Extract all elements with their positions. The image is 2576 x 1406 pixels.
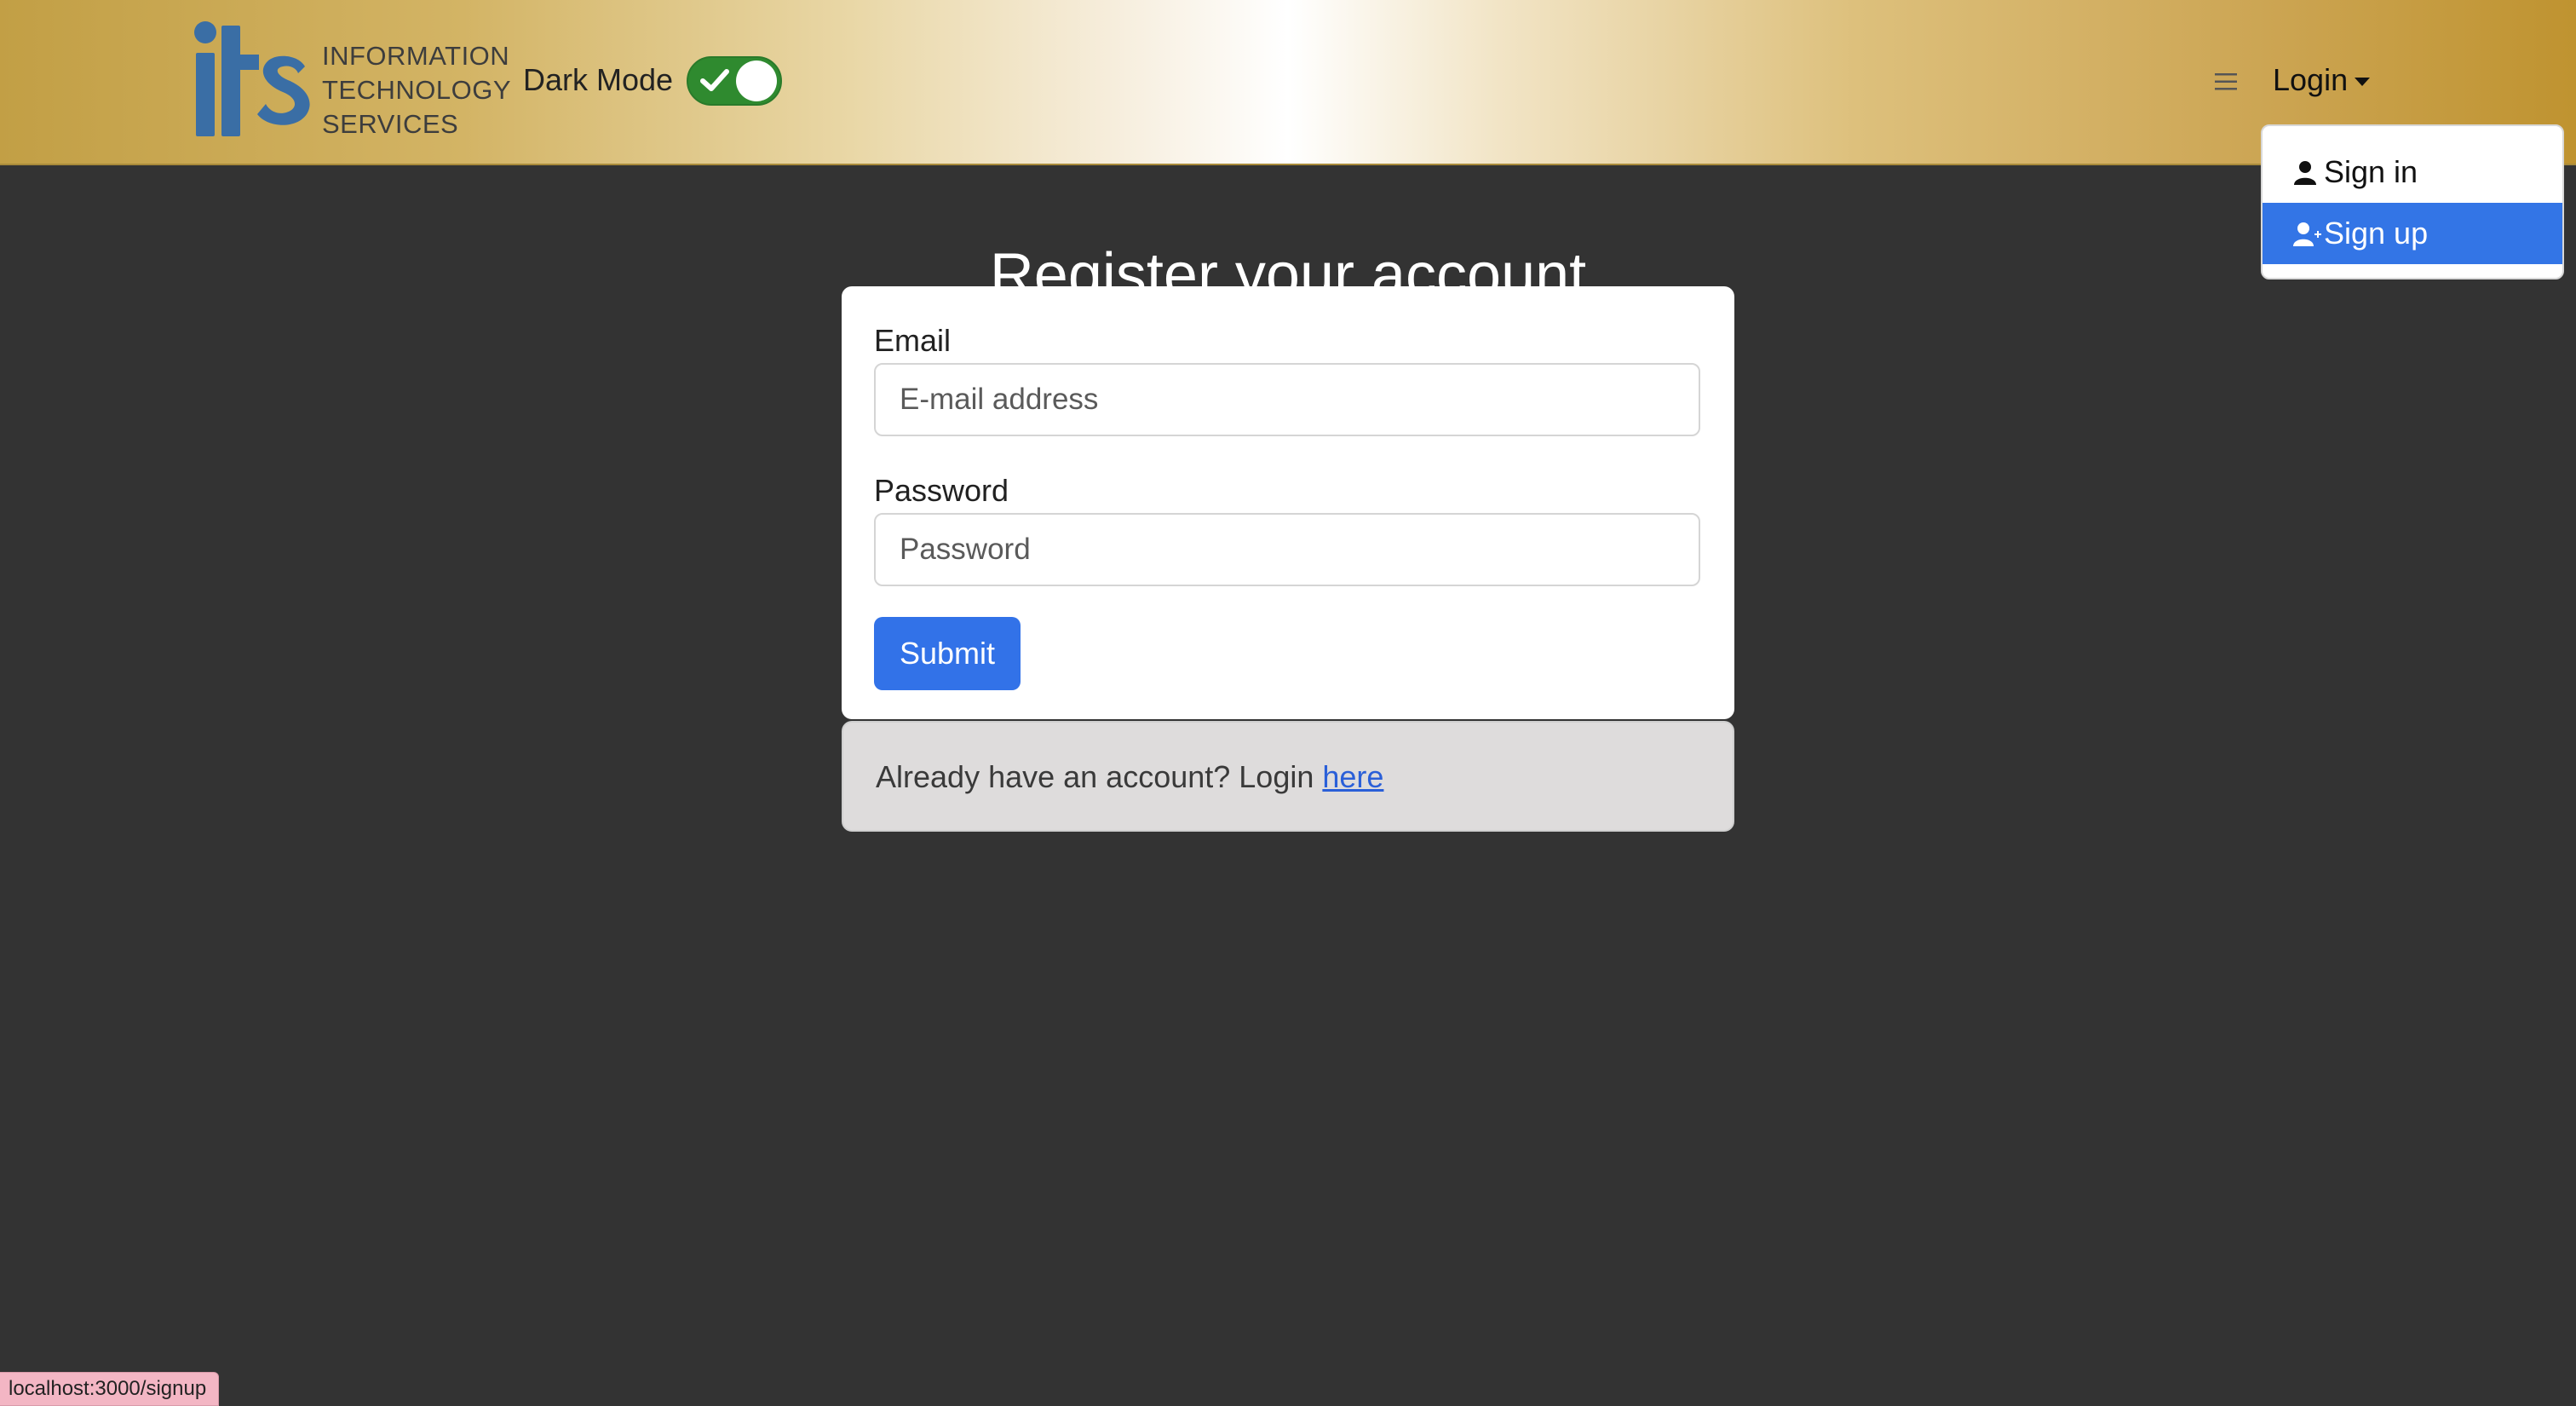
- email-field[interactable]: [874, 363, 1700, 436]
- logo-text: INFORMATION TECHNOLOGY SERVICES: [322, 39, 511, 141]
- login-prompt-text: Already have an account? Login here: [876, 758, 1383, 796]
- login-label: Login: [2273, 62, 2349, 97]
- email-label: Email: [874, 323, 952, 358]
- dark-mode-label: Dark Mode: [523, 62, 674, 97]
- its-logo[interactable]: INFORMATION TECHNOLOGY SERVICES: [194, 20, 511, 147]
- toggle-knob: [736, 61, 777, 101]
- register-form-card: Email Password Submit: [842, 286, 1734, 719]
- person-icon: [2294, 161, 2316, 185]
- login-prompt-label: Already have an account? Login: [876, 759, 1323, 794]
- login-dropdown-toggle[interactable]: Login: [2273, 61, 2371, 99]
- sign-in-label: Sign in: [2324, 154, 2418, 189]
- status-bar-url: localhost:3000/signup: [0, 1372, 220, 1406]
- logo-line-1: INFORMATION: [322, 41, 510, 71]
- top-navbar: INFORMATION TECHNOLOGY SERVICES Dark Mod…: [0, 0, 2576, 165]
- password-label: Password: [874, 473, 1009, 508]
- its-logo-mark: [194, 21, 310, 136]
- logo-line-2: TECHNOLOGY: [322, 75, 512, 105]
- password-field[interactable]: [874, 513, 1700, 586]
- dropdown-item-sign-in[interactable]: Sign in: [2263, 141, 2562, 203]
- hamburger-icon[interactable]: [2215, 72, 2237, 92]
- logo-line-3: SERVICES: [322, 109, 459, 139]
- submit-button[interactable]: Submit: [874, 617, 1021, 690]
- dark-mode-toggle[interactable]: [687, 56, 782, 106]
- login-prompt-card: Already have an account? Login here: [842, 721, 1734, 832]
- check-icon: [700, 69, 729, 91]
- caret-down-icon: [2355, 78, 2371, 87]
- login-here-link[interactable]: here: [1322, 759, 1383, 794]
